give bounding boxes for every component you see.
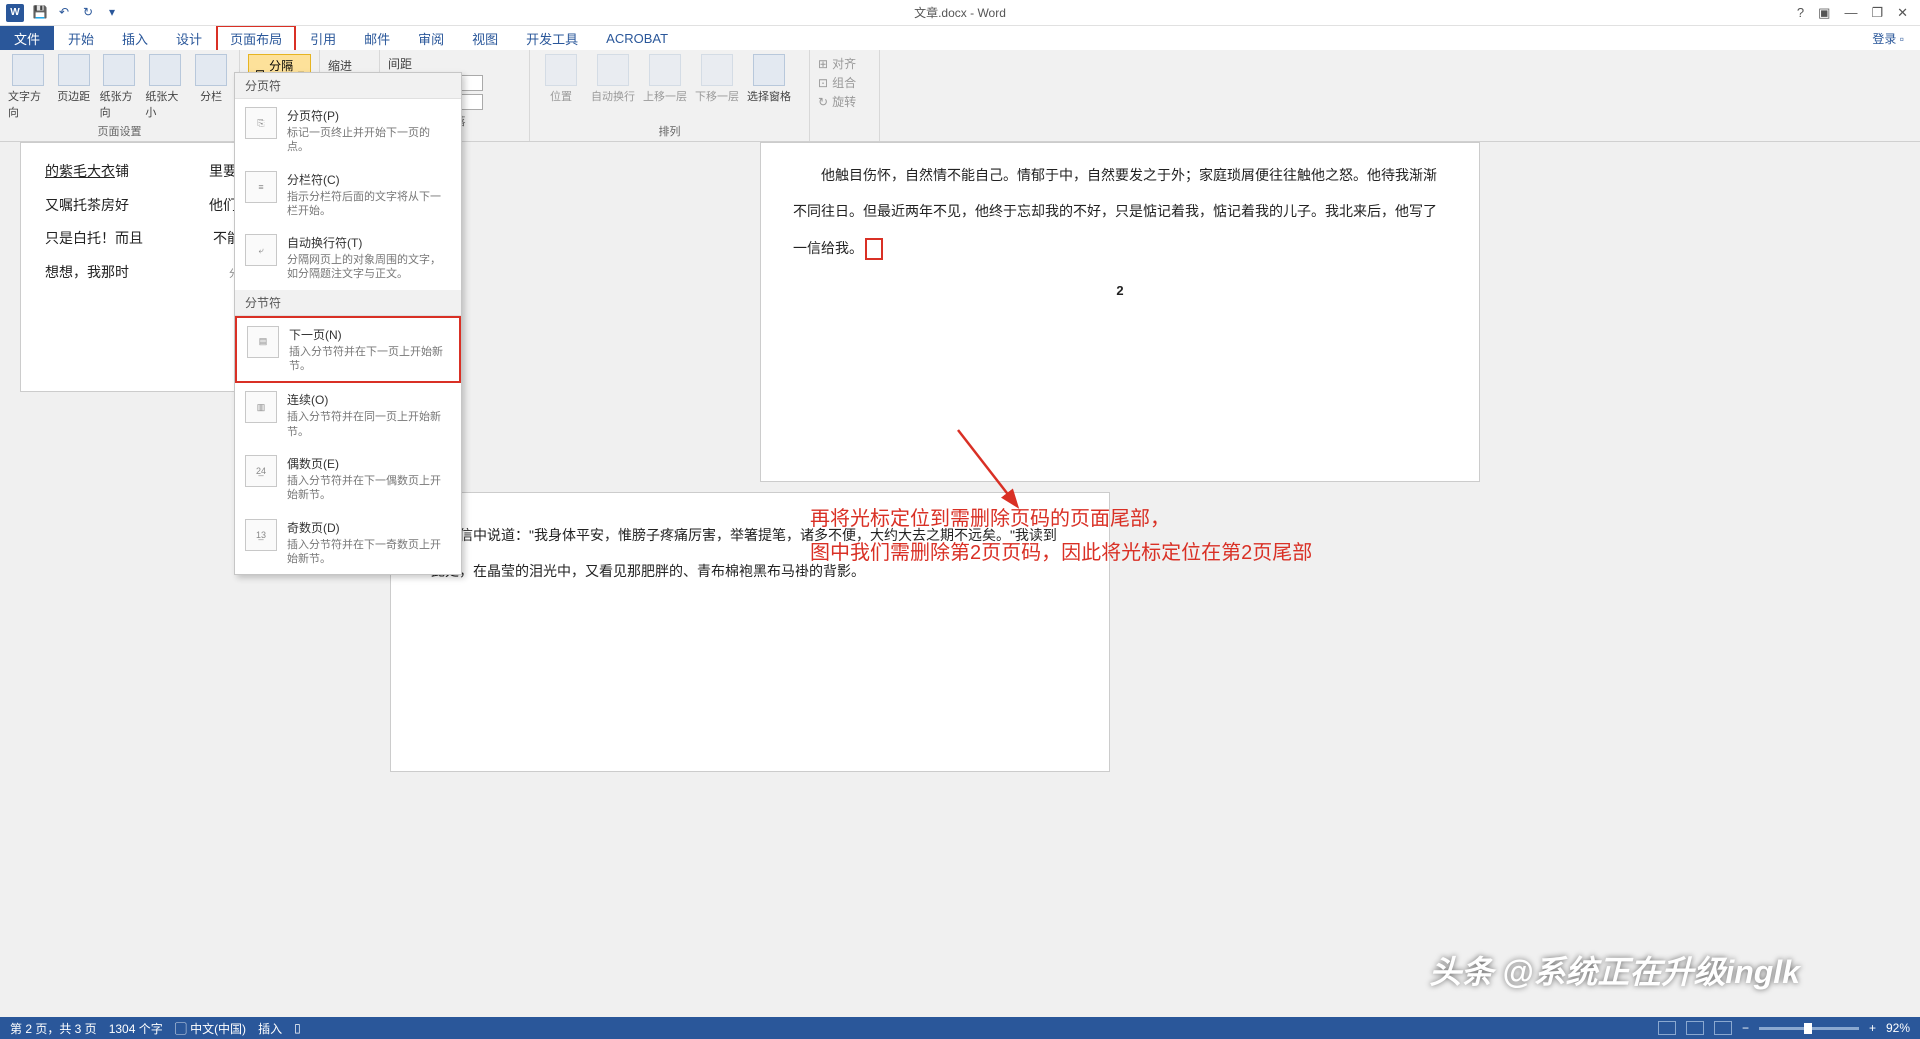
ribbon-tabs: 文件 开始 插入 设计 页面布局 引用 邮件 审阅 视图 开发工具 ACROBA… (0, 26, 1920, 50)
size-button[interactable]: 纸张大小 (145, 54, 185, 121)
watermark-text: 头条 @系统正在升级inglk (1429, 947, 1800, 993)
tab-page-layout[interactable]: 页面布局 (216, 25, 296, 52)
menu-page-break[interactable]: ⎘ 分页符(P)标记一页终止并开始下一页的点。 (235, 99, 461, 163)
orientation-button[interactable]: 纸张方向 (100, 54, 140, 121)
page-number-2: 2 (793, 274, 1447, 308)
group-button[interactable]: ⊡ 组合 (818, 73, 871, 92)
status-page[interactable]: 第 2 页，共 3 页 (10, 1020, 97, 1037)
text-direction-button[interactable]: 文字方向 (8, 54, 48, 121)
word-logo-icon: W (6, 4, 24, 22)
redo-icon[interactable]: ↻ (80, 4, 96, 20)
tab-review[interactable]: 审阅 (404, 25, 458, 52)
tab-references[interactable]: 引用 (296, 25, 350, 52)
arrange-group-label: 排列 (538, 121, 801, 139)
selection-pane-button[interactable]: 选择窗格 (746, 54, 792, 121)
tab-view[interactable]: 视图 (458, 25, 512, 52)
ribbon-options-icon[interactable]: ▣ (1818, 5, 1830, 21)
next-page-icon: ▤ (247, 326, 279, 358)
zoom-in-icon[interactable]: + (1869, 1021, 1876, 1035)
page-breaks-header: 分页符 (235, 73, 461, 99)
close-icon[interactable]: ✕ (1897, 5, 1908, 21)
columns-button[interactable]: 分栏 (191, 54, 231, 121)
restore-icon[interactable]: ❐ (1871, 5, 1883, 21)
tab-acrobat[interactable]: ACROBAT (592, 27, 682, 50)
status-language[interactable]: ▢ 中文(中国) (175, 1020, 246, 1037)
section-breaks-header: 分节符 (235, 290, 461, 316)
menu-text-wrap[interactable]: ⤶ 自动换行符(T)分隔网页上的对象周围的文字，如分隔题注文字与正文。 (235, 226, 461, 290)
spacing-label: 间距 (388, 54, 521, 73)
view-web-icon[interactable] (1714, 1021, 1732, 1035)
send-backward-button[interactable]: 下移一层 (694, 54, 740, 121)
window-title: 文章.docx - Word (914, 4, 1006, 21)
zoom-level[interactable]: 92% (1886, 1021, 1910, 1035)
status-bar: 第 2 页，共 3 页 1304 个字 ▢ 中文(中国) 插入 ▯ − + 92… (0, 1017, 1920, 1039)
window-controls: ? ▣ — ❐ ✕ (1797, 5, 1920, 21)
minimize-icon[interactable]: — (1844, 5, 1857, 21)
tab-insert[interactable]: 插入 (108, 25, 162, 52)
status-insert-mode[interactable]: 插入 (258, 1020, 282, 1037)
undo-icon[interactable]: ↶ (56, 4, 72, 20)
view-print-icon[interactable] (1686, 1021, 1704, 1035)
zoom-slider[interactable] (1759, 1027, 1859, 1030)
page-2[interactable]: 他触目伤怀，自然情不能自己。情郁于中，自然要发之于外；家庭琐屑便往往触他之怒。他… (760, 142, 1480, 482)
page-setup-group-label: 页面设置 (8, 121, 231, 139)
tab-home[interactable]: 开始 (54, 25, 108, 52)
align-button[interactable]: ⊞ 对齐 (818, 54, 871, 73)
menu-continuous[interactable]: ▥ 连续(O)插入分节符并在同一页上开始新节。 (235, 383, 461, 447)
status-word-count[interactable]: 1304 个字 (109, 1020, 163, 1037)
wrap-text-button[interactable]: 自动换行 (590, 54, 636, 121)
status-track-icon[interactable]: ▯ (294, 1021, 301, 1035)
bring-forward-button[interactable]: 上移一层 (642, 54, 688, 121)
menu-column-break[interactable]: ≡ 分栏符(C)指示分栏符后面的文字将从下一栏开始。 (235, 163, 461, 227)
tab-file[interactable]: 文件 (0, 25, 54, 52)
even-page-icon: 2̲4 (245, 455, 277, 487)
quick-access-toolbar: W 💾 ↶ ↻ ▾ (0, 4, 120, 22)
tab-mailings[interactable]: 邮件 (350, 25, 404, 52)
save-icon[interactable]: 💾 (32, 4, 48, 20)
login-link[interactable]: 登录 ▫ (1872, 30, 1920, 47)
odd-page-icon: 1̲3 (245, 519, 277, 551)
view-read-icon[interactable] (1658, 1021, 1676, 1035)
margins-button[interactable]: 页边距 (54, 54, 94, 121)
help-icon[interactable]: ? (1797, 5, 1804, 21)
breaks-dropdown-menu: 分页符 ⎘ 分页符(P)标记一页终止并开始下一页的点。 ≡ 分栏符(C)指示分栏… (234, 72, 462, 575)
position-button[interactable]: 位置 (538, 54, 584, 121)
title-bar: W 💾 ↶ ↻ ▾ 文章.docx - Word ? ▣ — ❐ ✕ (0, 0, 1920, 26)
column-break-icon: ≡ (245, 171, 277, 203)
menu-next-page[interactable]: ▤ 下一页(N)插入分节符并在下一页上开始新节。 (235, 316, 461, 384)
zoom-out-icon[interactable]: − (1742, 1021, 1749, 1035)
menu-odd-page[interactable]: 1̲3 奇数页(D)插入分节符并在下一奇数页上开始新节。 (235, 511, 461, 575)
rotate-button[interactable]: ↻ 旋转 (818, 92, 871, 111)
annotation-arrow-icon (950, 422, 1030, 512)
continuous-icon: ▥ (245, 391, 277, 423)
cursor-marker (865, 238, 883, 260)
menu-even-page[interactable]: 2̲4 偶数页(E)插入分节符并在下一偶数页上开始新节。 (235, 447, 461, 511)
qat-customize-icon[interactable]: ▾ (104, 4, 120, 20)
tab-developer[interactable]: 开发工具 (512, 25, 592, 52)
tab-design[interactable]: 设计 (162, 25, 216, 52)
text-wrap-icon: ⤶ (245, 234, 277, 266)
page-break-icon: ⎘ (245, 107, 277, 139)
annotation-text: 再将光标定位到需删除页码的页面尾部， 图中我们需删除第2页页码，因此将光标定位在… (810, 502, 1312, 570)
